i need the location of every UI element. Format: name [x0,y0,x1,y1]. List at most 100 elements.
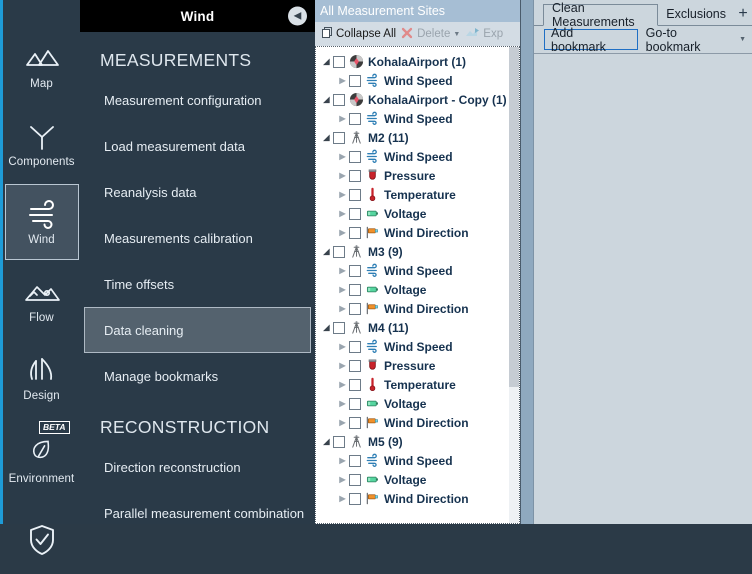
node-checkbox[interactable] [333,245,345,258]
node-checkbox[interactable] [349,492,361,505]
panel-splitter[interactable] [520,0,534,524]
expander-closed-icon[interactable]: ▶ [336,304,349,313]
tree-row[interactable]: ▶ Wind Speed [316,71,519,90]
node-checkbox[interactable] [349,359,361,372]
tree-row[interactable]: ▶ Wind Speed [316,261,519,280]
plus-icon[interactable]: + [734,3,752,25]
tree-row[interactable]: ▶ Pressure [316,166,519,185]
expander-closed-icon[interactable]: ▶ [336,285,349,294]
tree-row[interactable]: ◢ M2 (11) [316,128,519,147]
expander-closed-icon[interactable]: ▶ [336,266,349,275]
menu-item-data-cleaning[interactable]: Data cleaning [84,307,311,353]
node-checkbox[interactable] [349,340,361,353]
node-checkbox[interactable] [349,397,361,410]
expander-closed-icon[interactable]: ▶ [336,152,349,161]
menu-item-direction-reconstruction[interactable]: Direction reconstruction [84,444,311,490]
expander-closed-icon[interactable]: ▶ [336,76,349,85]
menu-item-measurements-calibration[interactable]: Measurements calibration [84,215,311,261]
tree-row[interactable]: ▶ Wind Speed [316,337,519,356]
scrollbar-thumb[interactable] [509,47,519,387]
add-bookmark-button[interactable]: Add bookmark [544,26,638,54]
goto-bookmark-label: Go-to bookmark [645,25,701,54]
node-checkbox[interactable] [349,150,361,163]
rail-item-map[interactable]: Map [5,28,79,104]
tree-row[interactable]: ◢ KohalaAirport - Copy (1) [316,90,519,109]
node-checkbox[interactable] [333,93,345,106]
tree-row[interactable]: ▶ Voltage [316,280,519,299]
rail-item-flow[interactable]: Flow [5,262,79,338]
expander-closed-icon[interactable]: ▶ [336,418,349,427]
tree-row[interactable]: ▶ Wind Direction [316,299,519,318]
menu-item-time-offsets[interactable]: Time offsets [84,261,311,307]
tree-row[interactable]: ▶ Voltage [316,470,519,489]
expander-closed-icon[interactable]: ▶ [336,114,349,123]
tree-row[interactable]: ◢ M5 (9) [316,432,519,451]
expander-closed-icon[interactable]: ▶ [336,361,349,370]
expander-closed-icon[interactable]: ▶ [336,380,349,389]
expander-open-icon[interactable]: ◢ [320,437,333,446]
node-checkbox[interactable] [349,74,361,87]
rail-item-wind[interactable]: Wind [4,184,79,260]
menu-item-manage-bookmarks[interactable]: Manage bookmarks [84,353,311,399]
node-checkbox[interactable] [333,435,345,448]
expander-closed-icon[interactable]: ▶ [336,171,349,180]
rail-item-components[interactable]: Components [5,106,79,182]
expander-open-icon[interactable]: ◢ [320,247,333,256]
expander-closed-icon[interactable]: ▶ [336,456,349,465]
node-checkbox[interactable] [349,188,361,201]
node-checkbox[interactable] [333,55,345,68]
node-checkbox[interactable] [349,378,361,391]
node-checkbox[interactable] [349,112,361,125]
node-checkbox[interactable] [349,264,361,277]
expander-closed-icon[interactable]: ▶ [336,342,349,351]
node-checkbox[interactable] [349,302,361,315]
node-checkbox[interactable] [349,454,361,467]
tree-vertical-scrollbar[interactable] [509,47,519,523]
expander-closed-icon[interactable]: ▶ [336,190,349,199]
tree-row[interactable]: ▶ Wind Speed [316,451,519,470]
node-checkbox[interactable] [349,207,361,220]
menu-item-parallel-measurement-combination[interactable]: Parallel measurement combination [84,490,311,536]
chevron-left-icon[interactable]: ◀ [288,6,307,26]
expander-open-icon[interactable]: ◢ [320,95,333,104]
expander-closed-icon[interactable]: ▶ [336,228,349,237]
goto-bookmark-button[interactable]: Go-to bookmark ▼ [640,26,752,54]
tree-row[interactable]: ◢ M3 (9) [316,242,519,261]
node-checkbox[interactable] [349,226,361,239]
expander-open-icon[interactable]: ◢ [320,133,333,142]
expander-closed-icon[interactable]: ▶ [336,494,349,503]
rail-item-design[interactable]: Design [5,340,79,416]
tree-row[interactable]: ▶ Wind Speed [316,109,519,128]
expander-open-icon[interactable]: ◢ [320,323,333,332]
node-checkbox[interactable] [349,169,361,182]
menu-item-reanalysis-data[interactable]: Reanalysis data [84,169,311,215]
menu-item-load-measurement-data[interactable]: Load measurement data [84,123,311,169]
tree-row[interactable]: ▶ Wind Direction [316,223,519,242]
collapse-all-button[interactable]: Collapse All [319,26,396,43]
expander-closed-icon[interactable]: ▶ [336,209,349,218]
node-checkbox[interactable] [349,416,361,429]
rail-item-environment[interactable]: BETA Environment [5,418,79,494]
tree-row[interactable]: ▶ Temperature [316,375,519,394]
node-checkbox[interactable] [333,321,345,334]
tree-row[interactable]: ▶ Pressure [316,356,519,375]
rail-item-quality[interactable] [5,498,79,574]
measurement-tree[interactable]: ◢ KohalaAirport (1) ▶ Wind Speed ◢ Kohal… [315,46,520,524]
tree-row[interactable]: ◢ KohalaAirport (1) [316,52,519,71]
expander-closed-icon[interactable]: ▶ [336,475,349,484]
menu-item-measurement-configuration[interactable]: Measurement configuration [84,77,311,123]
tree-row[interactable]: ▶ Voltage [316,204,519,223]
node-checkbox[interactable] [349,283,361,296]
tree-row[interactable]: ▶ Wind Speed [316,147,519,166]
tab-clean-measurements[interactable]: Clean Measurements [543,1,659,29]
node-checkbox[interactable] [349,473,361,486]
tree-row[interactable]: ▶ Wind Direction [316,413,519,432]
node-checkbox[interactable] [333,131,345,144]
expander-open-icon[interactable]: ◢ [320,57,333,66]
expander-closed-icon[interactable]: ▶ [336,399,349,408]
tree-row[interactable]: ▶ Temperature [316,185,519,204]
tree-row[interactable]: ◢ M4 (11) [316,318,519,337]
tree-row[interactable]: ▶ Voltage [316,394,519,413]
tab-exclusions[interactable]: Exclusions [658,3,734,25]
tree-row[interactable]: ▶ Wind Direction [316,489,519,508]
